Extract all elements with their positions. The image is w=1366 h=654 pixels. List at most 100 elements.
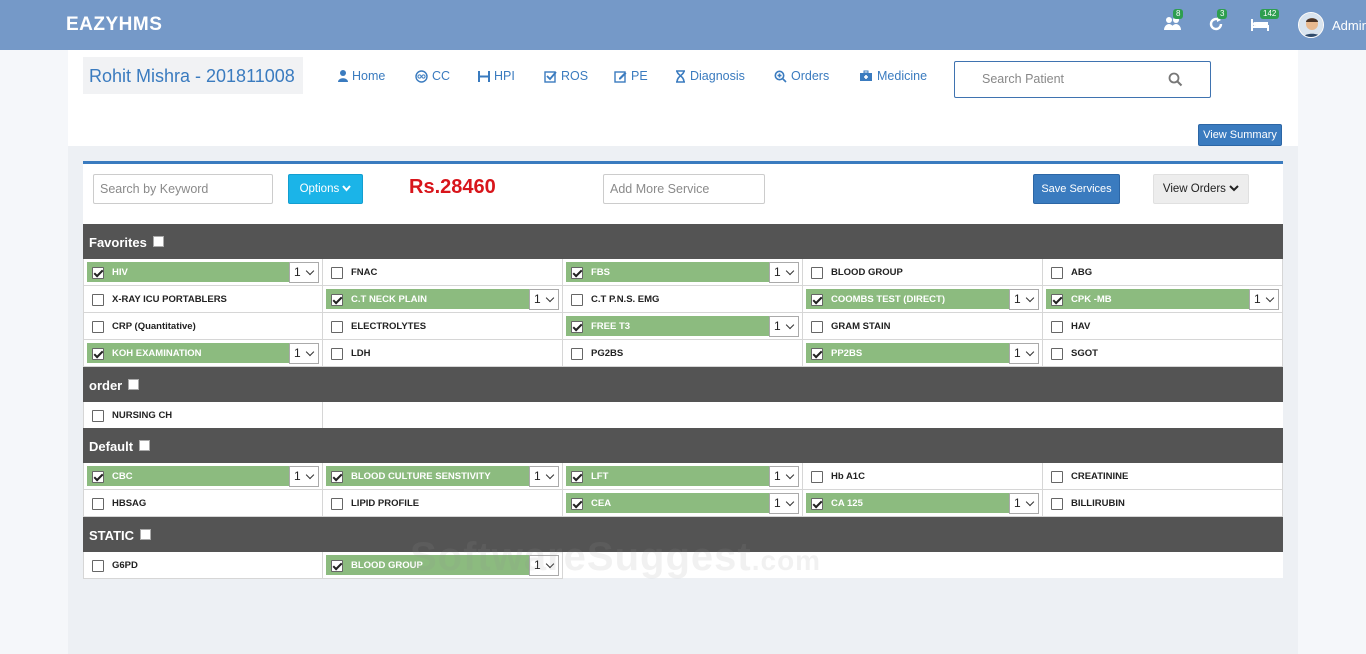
service-checkbox[interactable] bbox=[1051, 294, 1063, 306]
service-item[interactable]: SGOT bbox=[1043, 340, 1283, 367]
service-checkbox[interactable] bbox=[811, 267, 823, 279]
service-item[interactable]: ELECTROLYTES bbox=[323, 313, 563, 340]
service-checkbox[interactable] bbox=[571, 471, 583, 483]
service-checkbox[interactable] bbox=[92, 348, 104, 360]
view-orders-button[interactable]: View Orders bbox=[1153, 174, 1249, 204]
quantity-select[interactable]: 1 bbox=[1009, 493, 1039, 514]
service-checkbox[interactable] bbox=[331, 498, 343, 510]
service-item[interactable]: CBC 1 bbox=[83, 463, 323, 490]
quantity-select[interactable]: 1 bbox=[289, 343, 319, 364]
view-summary-button[interactable]: View Summary bbox=[1198, 124, 1282, 146]
service-item[interactable]: CA 125 1 bbox=[803, 490, 1043, 517]
service-checkbox[interactable] bbox=[811, 498, 823, 510]
service-checkbox[interactable] bbox=[571, 267, 583, 279]
add-service-input[interactable] bbox=[603, 174, 765, 204]
quantity-select[interactable]: 1 bbox=[289, 262, 319, 283]
quantity-select[interactable]: 1 bbox=[529, 466, 559, 487]
service-checkbox[interactable] bbox=[571, 294, 583, 306]
section-select-all-checkbox[interactable] bbox=[152, 236, 164, 247]
nav-diagnosis[interactable]: Diagnosis bbox=[675, 69, 745, 83]
service-item[interactable]: X-RAY ICU PORTABLERS bbox=[83, 286, 323, 313]
keyword-search-input[interactable] bbox=[93, 174, 273, 204]
quantity-select[interactable]: 1 bbox=[769, 316, 799, 337]
service-item[interactable]: HIV 1 bbox=[83, 259, 323, 286]
service-checkbox[interactable] bbox=[1051, 321, 1063, 333]
section-select-all-checkbox[interactable] bbox=[139, 440, 151, 451]
service-checkbox[interactable] bbox=[571, 498, 583, 510]
nav-pe[interactable]: PE bbox=[614, 69, 648, 83]
service-item[interactable]: HAV bbox=[1043, 313, 1283, 340]
service-checkbox[interactable] bbox=[331, 267, 343, 279]
service-checkbox[interactable] bbox=[331, 560, 343, 572]
service-item[interactable]: PP2BS 1 bbox=[803, 340, 1043, 367]
service-checkbox[interactable] bbox=[331, 321, 343, 333]
service-checkbox[interactable] bbox=[92, 560, 104, 572]
service-item[interactable]: FBS 1 bbox=[563, 259, 803, 286]
service-checkbox[interactable] bbox=[92, 410, 104, 422]
service-item[interactable]: HBSAG bbox=[83, 490, 323, 517]
quantity-select[interactable]: 1 bbox=[1009, 343, 1039, 364]
nav-medicine[interactable]: Medicine bbox=[859, 69, 927, 83]
quantity-select[interactable]: 1 bbox=[289, 466, 319, 487]
user-name[interactable]: Admin bbox=[1332, 18, 1366, 33]
service-checkbox[interactable] bbox=[811, 321, 823, 333]
service-checkbox[interactable] bbox=[92, 321, 104, 333]
users-notification[interactable]: 8 bbox=[1163, 9, 1185, 35]
search-icon[interactable] bbox=[1168, 72, 1183, 87]
service-item[interactable]: BILLIRUBIN bbox=[1043, 490, 1283, 517]
service-checkbox[interactable] bbox=[92, 294, 104, 306]
service-item[interactable]: ABG bbox=[1043, 259, 1283, 286]
quantity-select[interactable]: 1 bbox=[529, 289, 559, 310]
save-services-button[interactable]: Save Services bbox=[1033, 174, 1120, 204]
service-item[interactable]: Hb A1C bbox=[803, 463, 1043, 490]
service-item[interactable]: CEA 1 bbox=[563, 490, 803, 517]
service-checkbox[interactable] bbox=[92, 267, 104, 279]
service-checkbox[interactable] bbox=[571, 321, 583, 333]
service-checkbox[interactable] bbox=[92, 498, 104, 510]
service-item[interactable]: GRAM STAIN bbox=[803, 313, 1043, 340]
service-item[interactable]: FNAC bbox=[323, 259, 563, 286]
service-checkbox[interactable] bbox=[92, 471, 104, 483]
service-item[interactable]: C.T NECK PLAIN 1 bbox=[323, 286, 563, 313]
service-checkbox[interactable] bbox=[1051, 267, 1063, 279]
quantity-select[interactable]: 1 bbox=[769, 466, 799, 487]
service-item[interactable]: G6PD bbox=[83, 552, 323, 579]
refresh-notification[interactable]: 3 bbox=[1207, 9, 1229, 35]
quantity-select[interactable]: 1 bbox=[1249, 289, 1279, 310]
service-checkbox[interactable] bbox=[811, 294, 823, 306]
service-checkbox[interactable] bbox=[811, 471, 823, 483]
quantity-select[interactable]: 1 bbox=[1009, 289, 1039, 310]
service-checkbox[interactable] bbox=[571, 348, 583, 360]
nav-hpi[interactable]: HPI bbox=[478, 69, 515, 83]
quantity-select[interactable]: 1 bbox=[769, 262, 799, 283]
service-checkbox[interactable] bbox=[331, 294, 343, 306]
service-item[interactable]: KOH EXAMINATION 1 bbox=[83, 340, 323, 367]
service-item[interactable]: CPK -MB 1 bbox=[1043, 286, 1283, 313]
service-checkbox[interactable] bbox=[1051, 348, 1063, 360]
service-item[interactable]: FREE T3 1 bbox=[563, 313, 803, 340]
brand-logo[interactable]: EAZYHMS bbox=[66, 14, 162, 36]
nav-orders[interactable]: Orders bbox=[774, 69, 829, 83]
service-item[interactable]: BLOOD GROUP bbox=[803, 259, 1043, 286]
service-item[interactable]: CREATININE bbox=[1043, 463, 1283, 490]
service-checkbox[interactable] bbox=[331, 348, 343, 360]
nav-ros[interactable]: ROS bbox=[544, 69, 588, 83]
service-item[interactable]: LDH bbox=[323, 340, 563, 367]
beds-notification[interactable]: 142 bbox=[1250, 9, 1280, 35]
section-select-all-checkbox[interactable] bbox=[140, 529, 152, 540]
quantity-select[interactable]: 1 bbox=[769, 493, 799, 514]
search-input[interactable] bbox=[982, 72, 1162, 86]
service-checkbox[interactable] bbox=[1051, 498, 1063, 510]
service-item[interactable]: BLOOD CULTURE SENSTIVITY 1 bbox=[323, 463, 563, 490]
service-item[interactable]: PG2BS bbox=[563, 340, 803, 367]
service-item[interactable]: NURSING CH bbox=[83, 402, 323, 429]
service-checkbox[interactable] bbox=[1051, 471, 1063, 483]
options-button[interactable]: Options bbox=[288, 174, 363, 204]
service-item[interactable]: C.T P.N.S. EMG bbox=[563, 286, 803, 313]
avatar[interactable] bbox=[1298, 12, 1324, 38]
service-item[interactable]: CRP (Quantitative) bbox=[83, 313, 323, 340]
service-item[interactable]: COOMBS TEST (DIRECT) 1 bbox=[803, 286, 1043, 313]
nav-home[interactable]: Home bbox=[338, 69, 385, 83]
service-checkbox[interactable] bbox=[331, 471, 343, 483]
service-item[interactable]: LFT 1 bbox=[563, 463, 803, 490]
